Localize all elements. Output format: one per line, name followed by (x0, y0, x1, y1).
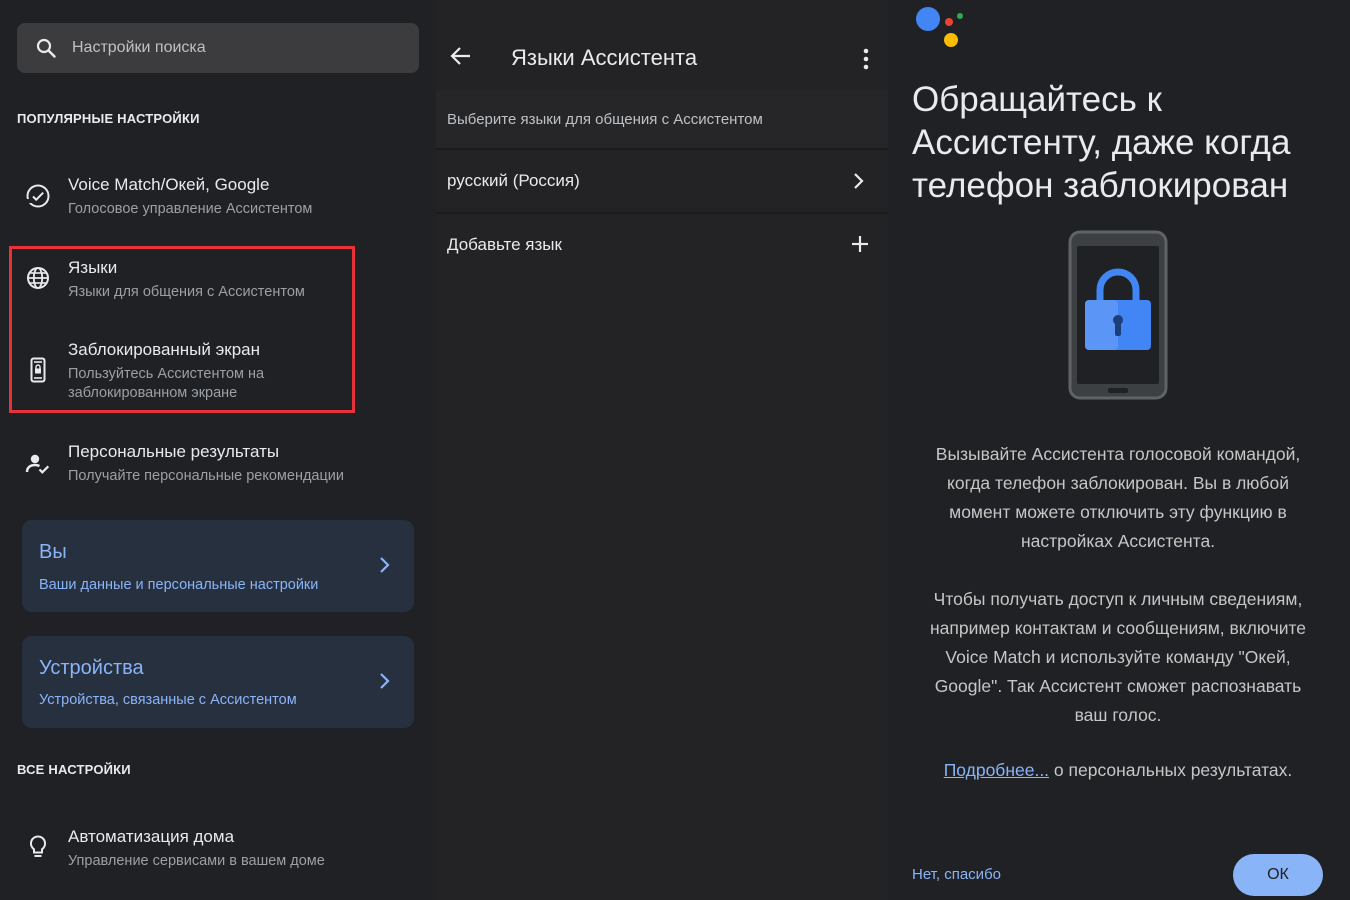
card-title: Вы (39, 541, 67, 563)
setting-personal-results[interactable]: Персональные результаты Получайте персон… (0, 436, 436, 496)
languages-description: Выберите языки для общения с Ассистентом (447, 111, 763, 128)
paragraph-line: например контактам и сообщениям, включит… (929, 618, 1307, 638)
add-icon (852, 236, 868, 252)
add-language-label: Добавьте язык (447, 235, 562, 254)
setting-languages[interactable]: Языки Языки для общения с Ассистентом (0, 252, 436, 312)
paragraph-line: Чтобы получать доступ к личным сведениям… (933, 589, 1303, 609)
setting-title: Заблокированный экран (68, 340, 261, 359)
card-you[interactable]: Вы Ваши данные и персональные настройки (22, 520, 414, 612)
search-icon (36, 38, 56, 58)
person-check-icon (25, 454, 50, 474)
setting-subtitle: Получайте персональные рекомендации (68, 468, 345, 484)
paragraph-line: когда телефон заблокирован. Вы в любой (947, 473, 1289, 493)
setting-home-automation[interactable]: Автоматизация дома Управление сервисами … (0, 820, 436, 880)
card-title: Устройства (39, 657, 144, 679)
settings-search-bar[interactable]: Настройки поиска (17, 23, 419, 73)
lockscreen-title: Обращайтесь к Ассистенту, даже когда тел… (912, 80, 1291, 205)
arrow-back-icon[interactable] (450, 46, 472, 66)
learn-more-text: о персональных результатах. (1049, 760, 1293, 780)
google-assistant-logo-icon (916, 7, 963, 47)
setting-subtitle-line1: Пользуйтесь Ассистентом на (68, 366, 265, 382)
settings-panel: Настройки поиска ПОПУЛЯРНЫЕ НАСТРОЙКИ Vo… (0, 0, 436, 900)
languages-header: Языки Ассистента (436, 0, 888, 90)
languages-panel: Языки Ассистента Выберите языки для обще… (436, 0, 888, 900)
setting-title: Языки (68, 258, 118, 277)
popular-settings-header: ПОПУЛЯРНЫЕ НАСТРОЙКИ (17, 111, 200, 126)
setting-lock-screen[interactable]: Заблокированный экран Пользуйтесь Ассист… (0, 334, 436, 406)
paragraph-line: ваш голос. (1074, 705, 1162, 725)
language-row-russian[interactable]: русский (Россия) (436, 150, 888, 212)
card-subtitle: Устройства, связанные с Ассистентом (39, 692, 297, 708)
chevron-right-icon (380, 557, 390, 573)
setting-title: Voice Match/Окей, Google (68, 175, 270, 194)
setting-subtitle-line2: заблокированном экране (68, 385, 238, 401)
chevron-right-icon (380, 673, 390, 689)
no-thanks-button[interactable]: Нет, спасибо (912, 866, 1001, 883)
paragraph-line: момент можете отключить эту функцию в (949, 502, 1287, 522)
learn-more-link[interactable]: Подробнее... (944, 760, 1049, 780)
setting-subtitle: Голосовое управление Ассистентом (68, 201, 313, 217)
card-subtitle: Ваши данные и персональные настройки (39, 577, 319, 593)
paragraph-line: Вызывайте Ассистента голосовой командой, (935, 444, 1301, 464)
lockscreen-panel: Обращайтесь к Ассистенту, даже когда тел… (888, 0, 1350, 900)
locked-phone-illustration (1068, 230, 1168, 400)
paragraph-line: Google". Так Ассистент сможет распознава… (934, 676, 1302, 696)
languages-description-row: Выберите языки для общения с Ассистентом (436, 90, 888, 148)
chevron-right-icon (854, 173, 864, 189)
lightbulb-icon (29, 835, 47, 857)
search-input[interactable]: Настройки поиска (72, 39, 206, 57)
card-devices[interactable]: Устройства Устройства, связанные с Ассис… (22, 636, 414, 728)
voice-match-icon (26, 184, 50, 208)
page-title: Языки Ассистента (511, 45, 698, 70)
setting-title: Автоматизация дома (68, 827, 235, 846)
add-language-row[interactable]: Добавьте язык (436, 214, 888, 276)
paragraph-line: настройках Ассистента. (1020, 531, 1216, 551)
globe-icon (27, 267, 49, 289)
paragraph-line: Voice Match и используйте команду "Окей, (945, 647, 1291, 667)
setting-subtitle: Языки для общения с Ассистентом (68, 284, 305, 300)
language-label: русский (Россия) (447, 171, 580, 190)
setting-subtitle: Управление сервисами в вашем доме (68, 853, 325, 869)
lock-screen-phone-icon (30, 357, 46, 383)
setting-title: Персональные результаты (68, 442, 280, 461)
more-vert-icon[interactable] (862, 48, 870, 70)
all-settings-header: ВСЕ НАСТРОЙКИ (17, 762, 131, 777)
learn-more-line: Подробнее... о персональных результатах. (908, 760, 1328, 781)
lockscreen-paragraph-1: Вызывайте Ассистента голосовой командой,… (908, 440, 1328, 556)
ok-button[interactable]: ОК (1233, 854, 1323, 896)
setting-voice-match[interactable]: Voice Match/Окей, Google Голосовое управ… (0, 168, 436, 228)
lockscreen-paragraph-2: Чтобы получать доступ к личным сведениям… (908, 585, 1328, 730)
